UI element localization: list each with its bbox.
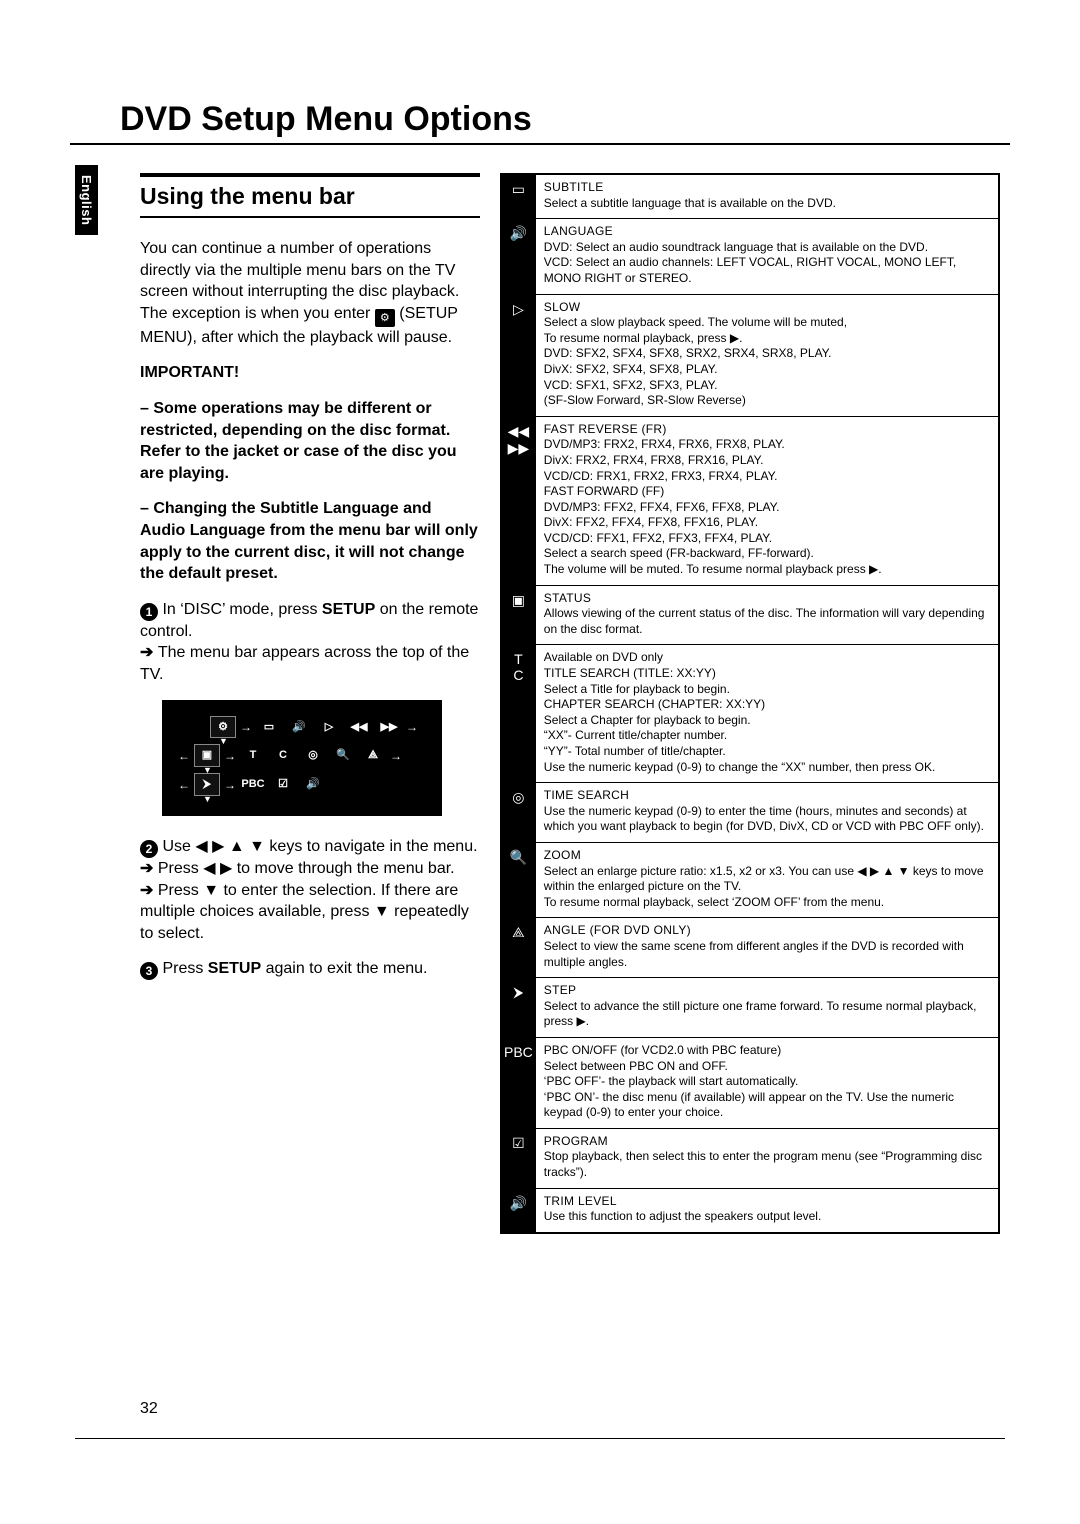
row-icon: ⮞ — [501, 978, 535, 1038]
step-1: 1 In ‘DISC’ mode, press SETUP on the rem… — [140, 599, 480, 686]
row-icon: ▭ — [501, 174, 535, 219]
row-text: SUBTITLESelect a subtitle language that … — [535, 174, 999, 219]
row-icon: T C — [501, 645, 535, 783]
table-row: ⮞STEPSelect to advance the still picture… — [501, 978, 999, 1038]
row-text: SLOWSelect a slow playback speed. The vo… — [535, 294, 999, 416]
row-icon: ☑ — [501, 1128, 535, 1188]
step-number-2: 2 — [140, 840, 158, 858]
menubar-icon: ▣ — [194, 744, 220, 767]
menu-bar-diagram: ⚙ → ▭ 🔊 ▷ ◀◀ ▶▶ → ← ▣ → T C — [162, 700, 442, 817]
row-title: TRIM LEVEL — [544, 1194, 617, 1208]
step-3: 3 Press SETUP again to exit the menu. — [140, 958, 480, 980]
table-row: ▭SUBTITLESelect a subtitle language that… — [501, 174, 999, 219]
table-row: ☑PROGRAMStop playback, then select this … — [501, 1128, 999, 1188]
table-row: ◎TIME SEARCHUse the numeric keypad (0-9)… — [501, 783, 999, 843]
table-row: ⟁ANGLE (for DVD only)Select to view the … — [501, 918, 999, 978]
row-icon: PBC — [501, 1037, 535, 1128]
table-row: ◀◀ ▶▶FAST REVERSE (FR)DVD/MP3: FRX2, FRX… — [501, 416, 999, 585]
step-number-1: 1 — [140, 603, 158, 621]
table-row: 🔊LANGUAGEDVD: Select an audio soundtrack… — [501, 219, 999, 294]
row-title: SUBTITLE — [544, 180, 604, 194]
table-row: PBCPBC ON/OFF (for VCD2.0 with PBC featu… — [501, 1037, 999, 1128]
section-heading: Using the menu bar — [140, 173, 480, 218]
row-text: Available on DVD onlyTITLE SEARCH (TITLE… — [535, 645, 999, 783]
row-title: ANGLE (for DVD only) — [544, 923, 691, 937]
important-note-1: – Some operations may be different or re… — [140, 398, 480, 484]
row-text: TIME SEARCHUse the numeric keypad (0-9) … — [535, 783, 999, 843]
row-title: STATUS — [544, 591, 591, 605]
row-text: ANGLE (for DVD only)Select to view the s… — [535, 918, 999, 978]
page-title: DVD Setup Menu Options — [70, 100, 1010, 145]
row-title: LANGUAGE — [544, 224, 613, 238]
row-title: PROGRAM — [544, 1134, 608, 1148]
row-title: ZOOM — [544, 848, 581, 862]
row-icon: 🔊 — [501, 1188, 535, 1233]
row-text: TRIM LEVELUse this function to adjust th… — [535, 1188, 999, 1233]
right-column: ▭SUBTITLESelect a subtitle language that… — [500, 173, 1000, 1234]
row-icon: ▣ — [501, 585, 535, 645]
menubar-icon: ⮞ — [194, 773, 220, 796]
row-text: STEPSelect to advance the still picture … — [535, 978, 999, 1038]
row-text: ZOOMSelect an enlarge picture ratio: x1.… — [535, 842, 999, 917]
setup-menu-icon: ⚙ — [375, 309, 395, 327]
row-text: LANGUAGEDVD: Select an audio soundtrack … — [535, 219, 999, 294]
result-arrow-icon: ➔ — [140, 882, 158, 899]
row-text: FAST REVERSE (FR)DVD/MP3: FRX2, FRX4, FR… — [535, 416, 999, 585]
important-label: IMPORTANT! — [140, 362, 480, 384]
table-row: T CAvailable on DVD onlyTITLE SEARCH (TI… — [501, 645, 999, 783]
table-row: ▷SLOWSelect a slow playback speed. The v… — [501, 294, 999, 416]
row-icon: ⟁ — [501, 918, 535, 978]
row-text: PROGRAMStop playback, then select this t… — [535, 1128, 999, 1188]
menu-options-table: ▭SUBTITLESelect a subtitle language that… — [500, 173, 1000, 1234]
menubar-row-1: ⚙ → ▭ 🔊 ▷ ◀◀ ▶▶ → — [178, 716, 426, 739]
result-arrow-icon: ➔ — [140, 860, 158, 877]
table-row: ▣STATUSAllows viewing of the current sta… — [501, 585, 999, 645]
page-number: 32 — [140, 1400, 158, 1418]
row-title: FAST REVERSE (FR) — [544, 422, 667, 436]
left-column: Using the menu bar You can continue a nu… — [140, 173, 480, 1234]
important-note-2: – Changing the Subtitle Language and Aud… — [140, 498, 480, 584]
menubar-row-2: ← ▣ → T C ◎ 🔍 ⟁ → — [178, 744, 426, 767]
row-icon: ◀◀ ▶▶ — [501, 416, 535, 585]
row-icon: 🔍 — [501, 842, 535, 917]
result-arrow-icon: ➔ — [140, 644, 158, 661]
row-text: STATUSAllows viewing of the current stat… — [535, 585, 999, 645]
row-title: TIME SEARCH — [544, 788, 629, 802]
row-icon: 🔊 — [501, 219, 535, 294]
row-icon: ◎ — [501, 783, 535, 843]
row-title: SLOW — [544, 300, 581, 314]
table-row: 🔊TRIM LEVELUse this function to adjust t… — [501, 1188, 999, 1233]
step-2: 2 Use ◀ ▶ ▲ ▼ keys to navigate in the me… — [140, 836, 480, 944]
row-icon: ▷ — [501, 294, 535, 416]
footer-rule — [75, 1438, 1005, 1439]
step-number-3: 3 — [140, 962, 158, 980]
intro-paragraph: You can continue a number of operations … — [140, 238, 480, 348]
menubar-row-3: ← ⮞ → PBC ☑ 🔊 — [178, 773, 426, 796]
row-title: STEP — [544, 983, 577, 997]
menubar-icon: ⚙ — [210, 716, 236, 739]
row-text: PBC ON/OFF (for VCD2.0 with PBC feature)… — [535, 1037, 999, 1128]
table-row: 🔍ZOOMSelect an enlarge picture ratio: x1… — [501, 842, 999, 917]
